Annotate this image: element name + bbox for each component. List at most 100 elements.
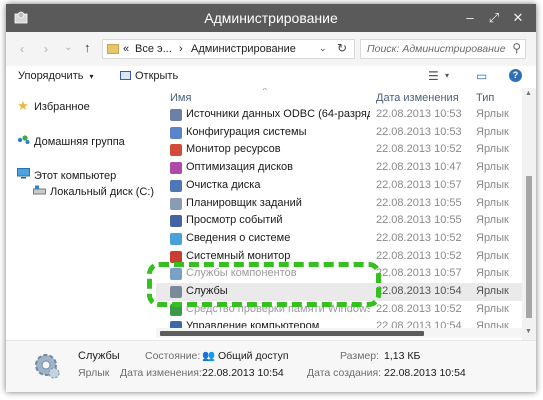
command-bar: Упорядочить ▾ Открыть ☰ ▾ ▭ ?: [6, 66, 536, 88]
window-title: Администрирование: [204, 10, 338, 26]
address-dropdown[interactable]: ⌄: [319, 43, 327, 54]
file-name: Оптимизация дисков: [186, 161, 293, 174]
minimize-button[interactable]: –: [458, 8, 482, 28]
column-name-label: Имя: [170, 92, 192, 104]
file-date: 22.08.2013 10:53: [376, 125, 462, 138]
search-icon[interactable]: ⚲: [512, 41, 521, 55]
file-row[interactable]: Очистка диска 22.08.2013 10:57 Ярлык: [156, 177, 522, 195]
overflow-chevron[interactable]: «: [123, 43, 129, 55]
view-options-icon[interactable]: ☰: [428, 69, 439, 83]
address-bar-row: ‹ › ⌄ ↑ « Все э... › Администрирование ⌄…: [6, 32, 536, 66]
vertical-scroll-thumb[interactable]: [526, 176, 532, 318]
navigation-pane: ★ Избранное Домашняя группа Этот компьюте…: [6, 88, 156, 340]
file-date: 22.08.2013 10:52: [376, 302, 462, 315]
star-icon: ★: [17, 98, 29, 113]
file-name: Службы компонентов: [186, 267, 297, 280]
shortcut-icon: [170, 144, 182, 157]
column-date-header[interactable]: Дата изменения: [376, 92, 459, 104]
file-row[interactable]: Источники данных ODBC (64-разрядна... 22.…: [156, 106, 522, 124]
details-state-label: Состояние:: [145, 350, 201, 362]
file-row[interactable]: Службы 22.08.2013 10:54 Ярлык: [156, 283, 522, 301]
preview-pane-icon[interactable]: ▭: [476, 69, 487, 83]
file-type: Ярлык: [476, 161, 509, 174]
nav-local-disk[interactable]: Локальный диск (C:): [32, 185, 154, 198]
file-row[interactable]: Системный монитор 22.08.2013 10:52 Ярлык: [156, 248, 522, 266]
details-file-name: Службы: [78, 350, 120, 362]
file-name: Сведения о системе: [186, 231, 291, 244]
file-type: Ярлык: [476, 125, 509, 138]
file-name: Монитор ресурсов: [186, 143, 281, 156]
recent-locations-button[interactable]: ⌄: [64, 42, 72, 53]
shortcut-icon: [170, 250, 182, 263]
folder-icon: [107, 44, 119, 54]
search-input[interactable]: Поиск: Администрирование ⚲: [360, 39, 526, 59]
file-type: Ярлык: [476, 108, 509, 120]
nav-this-pc-label: Этот компьютер: [34, 170, 117, 182]
file-date: 22.08.2013 10:54: [376, 285, 462, 297]
nav-local-disk-label: Локальный диск (C:): [50, 186, 155, 198]
chevron-down-icon: ▾: [89, 72, 94, 81]
address-field[interactable]: « Все э... › Администрирование ⌄ ↻: [102, 39, 355, 59]
file-row[interactable]: Конфигурация системы 22.08.2013 10:53 Ярлы…: [156, 124, 522, 142]
file-name: Источники данных ODBC (64-разрядна...: [186, 108, 370, 120]
details-created-value: 22.08.2013 10:54: [384, 367, 466, 379]
explorer-window: Администрирование – ⤢ ✕ ‹ › ⌄ ↑ « Все э.…: [6, 4, 536, 392]
file-row[interactable]: Средство проверки памяти Windows 22.08.20…: [156, 301, 522, 319]
open-label: Открыть: [135, 70, 179, 82]
file-type: Ярлык: [476, 143, 509, 156]
file-type: Ярлык: [476, 285, 509, 297]
search-placeholder: Поиск: Администрирование: [367, 43, 506, 55]
back-button[interactable]: ‹: [20, 42, 24, 56]
breadcrumb-separator[interactable]: ›: [179, 43, 183, 55]
column-name-header[interactable]: Имя: [170, 92, 191, 104]
nav-this-pc[interactable]: Этот компьютер: [16, 168, 116, 182]
help-icon[interactable]: ?: [509, 69, 522, 82]
up-button[interactable]: ↑: [84, 40, 91, 55]
nav-favorites[interactable]: ★ Избранное: [16, 98, 90, 114]
file-date: 22.08.2013 10:52: [376, 231, 462, 244]
shortcut-icon: [170, 232, 182, 245]
horizontal-scrollbar[interactable]: [156, 328, 522, 338]
file-row[interactable]: Монитор ресурсов 22.08.2013 10:52 Ярлык: [156, 141, 522, 159]
details-created-label: Дата создания:: [307, 367, 382, 379]
nav-homegroup[interactable]: Домашняя группа: [16, 134, 125, 148]
file-type: Ярлык: [476, 302, 509, 315]
scroll-down-icon[interactable]: ▼: [525, 328, 532, 335]
computer-icon: [16, 168, 30, 182]
organize-button[interactable]: Упорядочить ▾: [18, 70, 94, 82]
column-type-header[interactable]: Тип: [476, 92, 494, 104]
file-name: Планировщик заданий: [186, 196, 302, 209]
homegroup-icon: [16, 134, 30, 148]
view-dropdown-icon[interactable]: ▾: [445, 71, 449, 80]
file-name: Средство проверки памяти Windows: [186, 302, 370, 315]
file-type: Ярлык: [476, 231, 509, 244]
breadcrumb-administration[interactable]: Администрирование: [191, 43, 296, 55]
forward-button[interactable]: ›: [44, 42, 48, 56]
file-date: 22.08.2013 10:55: [376, 196, 462, 209]
file-type: Ярлык: [476, 196, 509, 209]
file-row[interactable]: Сведения о системе 22.08.2013 10:52 Ярлык: [156, 230, 522, 248]
title-bar: Администрирование – ⤢ ✕: [6, 4, 536, 32]
shortcut-icon: [170, 268, 182, 281]
file-date: 22.08.2013 10:52: [376, 143, 462, 156]
shortcut-icon: [170, 109, 182, 121]
file-row[interactable]: Службы компонентов 22.08.2013 10:57 Ярлык: [156, 265, 522, 283]
file-row[interactable]: Оптимизация дисков 22.08.2013 10:47 Ярлык: [156, 159, 522, 177]
vertical-scrollbar[interactable]: ▲ ▼: [522, 88, 536, 340]
shortcut-icon: [170, 303, 182, 316]
shortcut-icon: [170, 197, 182, 210]
file-row[interactable]: Просмотр событий 22.08.2013 10:55 Ярлык: [156, 212, 522, 230]
file-type: Ярлык: [476, 249, 509, 262]
open-button[interactable]: Открыть: [120, 70, 178, 82]
breadcrumb-all-items[interactable]: Все э...: [135, 43, 172, 55]
file-date: 22.08.2013 10:55: [376, 214, 462, 227]
scroll-up-icon[interactable]: ▲: [525, 90, 532, 97]
refresh-icon[interactable]: ↻: [337, 41, 347, 55]
horizontal-scroll-thumb[interactable]: [160, 331, 424, 336]
file-date: 22.08.2013 10:53: [376, 108, 462, 120]
close-button[interactable]: ✕: [506, 8, 530, 28]
details-modified-label: Дата изменения:: [120, 367, 202, 379]
maximize-button[interactable]: ⤢: [482, 8, 506, 28]
shortcut-icon: [170, 126, 182, 139]
file-row[interactable]: Планировщик заданий 22.08.2013 10:55 Ярлык: [156, 195, 522, 213]
